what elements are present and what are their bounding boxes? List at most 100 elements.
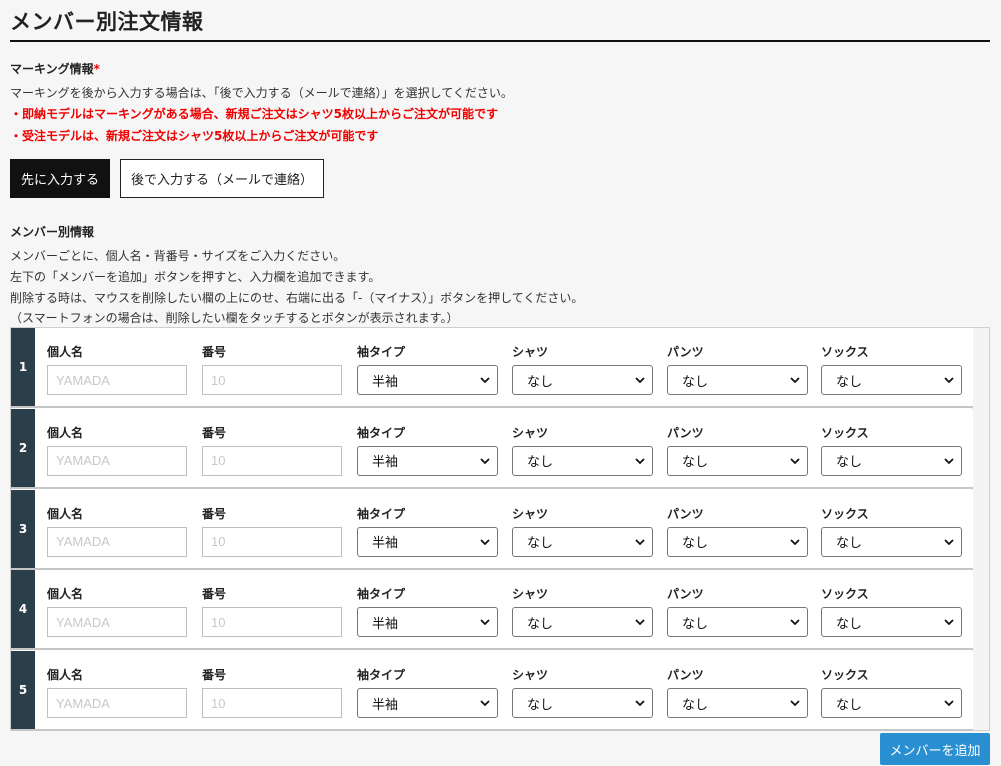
member-row: 3 個人名 番号 袖タイプ半袖 シャツなし パンツなし ソックスなし — [11, 489, 973, 570]
chevron-down-icon — [789, 374, 801, 386]
member-row-number: 3 — [11, 489, 35, 568]
socks-select-value: なし — [836, 697, 863, 713]
chevron-down-icon — [943, 455, 955, 467]
jersey-number-input[interactable] — [202, 688, 342, 719]
members-note-2: 左下の「メンバーを追加」ボタンを押すと、入力欄を追加できます。 — [10, 270, 381, 284]
socks-label: ソックス — [821, 345, 869, 359]
jersey-number-input[interactable] — [202, 607, 342, 638]
member-list-scrollbar[interactable] — [972, 328, 989, 730]
enter-later-button[interactable]: 後で入力する（メールで連絡） — [120, 159, 324, 198]
chevron-down-icon — [789, 536, 801, 548]
pants-select[interactable]: なし — [667, 688, 808, 719]
socks-select[interactable]: なし — [821, 445, 962, 476]
members-section-label: メンバー別情報 — [10, 225, 95, 239]
pants-select-value: なし — [682, 616, 709, 632]
sleeve-select-value: 半袖 — [372, 374, 399, 390]
pants-select[interactable]: なし — [667, 526, 808, 557]
shirt-select[interactable]: なし — [512, 607, 653, 638]
jersey-number-input[interactable] — [202, 365, 342, 395]
personal-name-input[interactable] — [47, 445, 187, 476]
jersey-number-input[interactable] — [202, 445, 342, 476]
shirt-select[interactable]: なし — [512, 526, 653, 557]
personal-name-input[interactable] — [47, 526, 187, 557]
members-note-4: （スマートフォンの場合は、削除したい欄をタッチするとボタンが表示されます。） — [10, 311, 459, 325]
sleeve-select[interactable]: 半袖 — [357, 445, 498, 476]
jersey-number-input[interactable] — [202, 526, 342, 557]
sleeve-label: 袖タイプ — [357, 668, 406, 683]
shirt-select[interactable]: なし — [512, 688, 653, 719]
sleeve-select[interactable]: 半袖 — [357, 365, 498, 395]
chevron-down-icon — [634, 616, 646, 628]
number-label: 番号 — [202, 506, 227, 521]
chevron-down-icon — [943, 374, 955, 386]
socks-select[interactable]: なし — [821, 688, 962, 719]
number-label: 番号 — [202, 668, 227, 683]
chevron-down-icon — [789, 616, 801, 628]
add-member-button[interactable]: メンバーを追加 — [880, 733, 990, 765]
shirt-select[interactable]: なし — [512, 445, 653, 476]
sleeve-select[interactable]: 半袖 — [357, 688, 498, 719]
shirt-select-value: なし — [527, 536, 554, 552]
chevron-down-icon — [479, 536, 491, 548]
shirt-select-value: なし — [527, 374, 554, 390]
shirt-select[interactable]: なし — [512, 365, 653, 395]
pants-select[interactable]: なし — [667, 607, 808, 638]
chevron-down-icon — [634, 455, 646, 467]
sleeve-select[interactable]: 半袖 — [357, 526, 498, 557]
pants-select-value: なし — [682, 536, 709, 552]
member-row: 2 個人名 番号 袖タイプ半袖 シャツなし パンツなし ソックスなし — [11, 408, 973, 489]
page-title: メンバー別注文情報 — [10, 10, 204, 34]
pants-select-value: なし — [682, 374, 709, 390]
number-label: 番号 — [202, 425, 227, 440]
personal-name-input[interactable] — [47, 365, 187, 395]
pants-label: パンツ — [667, 425, 704, 440]
sleeve-select-value: 半袖 — [372, 616, 399, 632]
name-label: 個人名 — [47, 506, 84, 521]
number-label: 番号 — [202, 345, 227, 359]
sleeve-label: 袖タイプ — [357, 506, 406, 521]
socks-select-value: なし — [836, 536, 863, 552]
pants-label: パンツ — [667, 668, 704, 683]
marking-warning-2: ・受注モデルは、新規ご注文はシャツ5枚以上からご注文が可能です — [10, 129, 379, 143]
sleeve-select-value: 半袖 — [372, 697, 399, 713]
chevron-down-icon — [634, 536, 646, 548]
number-label: 番号 — [202, 587, 227, 602]
name-label: 個人名 — [47, 668, 84, 683]
shirt-select-value: なし — [527, 455, 554, 471]
socks-select[interactable]: なし — [821, 526, 962, 557]
shirt-label: シャツ — [512, 668, 549, 683]
chevron-down-icon — [479, 455, 491, 467]
pants-select-value: なし — [682, 697, 709, 713]
socks-select[interactable]: なし — [821, 365, 962, 395]
sleeve-select[interactable]: 半袖 — [357, 607, 498, 638]
chevron-down-icon — [943, 697, 955, 709]
marking-section-label: マーキング情報* — [10, 60, 100, 77]
socks-label: ソックス — [821, 425, 869, 440]
member-row-number: 2 — [11, 408, 35, 487]
socks-label: ソックス — [821, 587, 869, 602]
sleeve-label: 袖タイプ — [357, 345, 406, 359]
socks-select[interactable]: なし — [821, 607, 962, 638]
chevron-down-icon — [634, 697, 646, 709]
pants-select[interactable]: なし — [667, 445, 808, 476]
member-row-number: 1 — [11, 328, 35, 406]
shirt-label: シャツ — [512, 506, 549, 521]
enter-now-button[interactable]: 先に入力する — [10, 159, 110, 198]
pants-select[interactable]: なし — [667, 365, 808, 395]
chevron-down-icon — [789, 697, 801, 709]
sleeve-label: 袖タイプ — [357, 587, 406, 602]
personal-name-input[interactable] — [47, 688, 187, 719]
shirt-label: シャツ — [512, 345, 549, 359]
member-row-number: 4 — [11, 570, 35, 649]
socks-label: ソックス — [821, 668, 869, 683]
socks-select-value: なし — [836, 455, 863, 471]
personal-name-input[interactable] — [47, 607, 187, 638]
shirt-label: シャツ — [512, 425, 549, 440]
member-row: 5 個人名 番号 袖タイプ半袖 シャツなし パンツなし ソックスなし — [11, 651, 973, 732]
socks-label: ソックス — [821, 506, 869, 521]
members-note-1: メンバーごとに、個人名・背番号・サイズをご入力ください。 — [10, 249, 346, 263]
marking-warning-1: ・即納モデルはマーキングがある場合、新規ご注文はシャツ5枚以上からご注文が可能で… — [10, 107, 498, 121]
sleeve-select-value: 半袖 — [372, 455, 399, 471]
chevron-down-icon — [634, 374, 646, 386]
member-row: 4 個人名 番号 袖タイプ半袖 シャツなし パンツなし ソックスなし — [11, 570, 973, 651]
